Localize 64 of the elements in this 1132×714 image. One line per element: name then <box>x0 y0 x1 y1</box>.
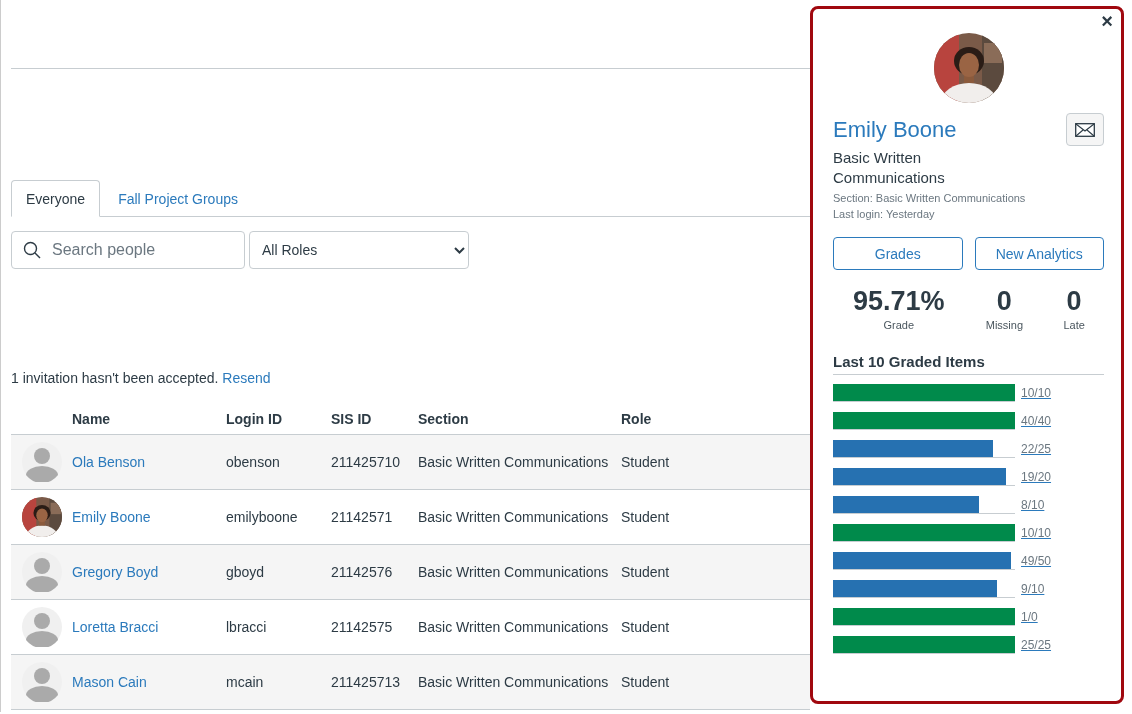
person-name-link[interactable]: Gregory Boyd <box>72 564 226 580</box>
table-cell-text: mcain <box>226 674 265 690</box>
search-field[interactable]: Search people <box>11 231 245 269</box>
score-link[interactable]: 49/50 <box>1021 554 1052 568</box>
score-link[interactable]: 19/20 <box>1021 470 1052 484</box>
table-cell-text: gboyd <box>226 564 266 580</box>
table-cell-text: Student <box>621 619 671 635</box>
stat-value: 0 <box>1066 286 1082 317</box>
invitation-message: 1 invitation hasn't been accepted. <box>11 370 219 386</box>
course-name: Basic Written Communications <box>833 148 946 188</box>
table-cell-text: 21142576 <box>331 564 394 580</box>
table-cell-text: Basic Written Communications <box>418 619 610 635</box>
panel-button[interactable]: New Analytics <box>974 237 1104 270</box>
stat-label: Late <box>1063 319 1085 331</box>
table-cell-text: Student <box>621 564 671 580</box>
table-cell-text: obenson <box>226 454 281 470</box>
stat-label: Missing <box>985 319 1023 331</box>
table-cell-text: Student <box>621 454 671 470</box>
score-link[interactable]: 8/10 <box>1021 498 1045 512</box>
envelope-icon <box>1075 122 1095 137</box>
score-link[interactable]: 25/25 <box>1021 638 1052 652</box>
last-login-text: Last login: Yesterday <box>833 208 936 220</box>
table-cell-text: lbracci <box>226 619 268 635</box>
score-link[interactable]: 1/0 <box>1021 610 1038 624</box>
student-name-link[interactable]: Emily Boone <box>833 116 957 143</box>
column-header: Role <box>621 411 653 427</box>
close-button[interactable]: × <box>1101 11 1113 31</box>
avatar-icon <box>21 607 62 647</box>
column-header: Login ID <box>226 411 283 427</box>
message-button[interactable] <box>1066 113 1104 146</box>
column-header: Section <box>418 411 470 427</box>
table-cell-text: 21142571 <box>331 509 394 525</box>
score-link[interactable]: 22/25 <box>1021 442 1052 456</box>
person-name-link[interactable]: Loretta Bracci <box>72 619 226 635</box>
stat-value: 0 <box>996 286 1012 317</box>
person-name-link[interactable]: Mason Cain <box>72 674 226 690</box>
chevron-icon <box>454 246 465 254</box>
table-cell-text: Basic Written Communications <box>418 454 610 470</box>
table-cell-text: 21142575 <box>331 619 394 635</box>
stat-value: 95.71% <box>852 286 945 317</box>
score-link[interactable]: 10/10 <box>1021 526 1052 540</box>
panel-button[interactable]: Grades <box>833 237 963 270</box>
table-cell-text: 211425710 <box>331 454 402 470</box>
graded-items-heading: Last 10 Graded Items <box>833 353 1104 375</box>
table-cell-text: Basic Written Communications <box>418 564 610 580</box>
table-cell-text: Student <box>621 509 671 525</box>
section-text: Section: Basic Written Communications <box>833 192 1027 204</box>
person-name-link[interactable]: Emily Boone <box>72 509 226 525</box>
tab[interactable]: Fall Project Groups <box>100 180 256 217</box>
score-link[interactable]: 10/10 <box>1021 386 1052 400</box>
table-cell-text: emilyboone <box>226 509 299 525</box>
column-header: Name <box>72 411 112 427</box>
stat-label: Grade <box>883 319 915 331</box>
role-dropdown[interactable]: All Roles <box>249 231 469 269</box>
person-name-link[interactable]: Ola Benson <box>72 454 226 470</box>
column-header: SIS ID <box>331 411 373 427</box>
resend-link[interactable]: Resend <box>222 370 271 386</box>
score-link[interactable]: 9/10 <box>1021 582 1045 596</box>
table-cell-text: Basic Written Communications <box>418 674 610 690</box>
tab[interactable]: Everyone <box>11 180 101 217</box>
table-cell-text: Basic Written Communications <box>418 509 610 525</box>
table-cell-text: Student <box>621 674 671 690</box>
score-link[interactable]: 40/40 <box>1021 414 1052 428</box>
table-cell-text: 211425713 <box>331 674 402 690</box>
